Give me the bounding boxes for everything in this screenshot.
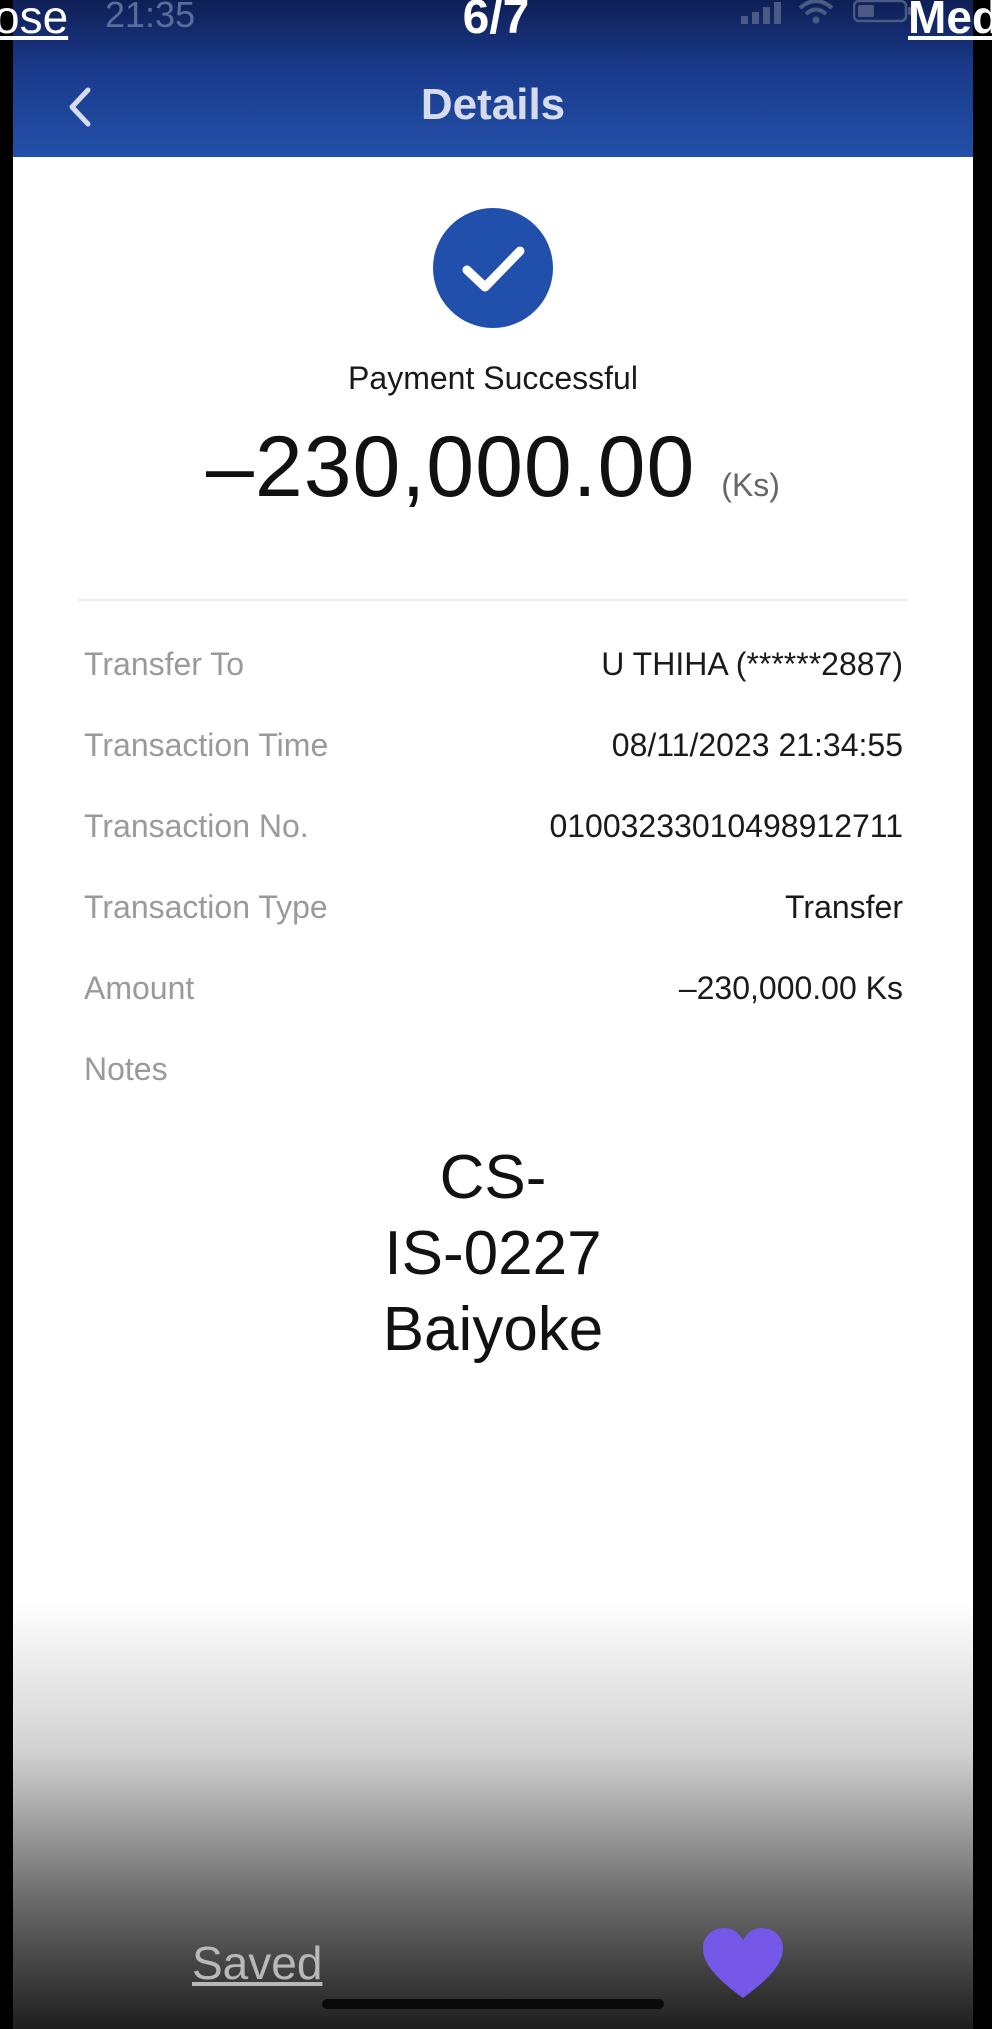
detail-value: U THIHA (******2887): [601, 646, 903, 682]
amount-currency: (Ks): [721, 467, 780, 503]
detail-value: –230,000.00 Ks: [678, 970, 903, 1006]
heart-icon[interactable]: [703, 1928, 783, 2000]
payment-receipt-screenshot: 21:35 Details Payment Successful –230,00…: [13, 0, 973, 2029]
payment-status-text: Payment Successful: [348, 360, 638, 396]
notes-line: CS-: [439, 1143, 547, 1212]
notes-line: Baiyoke: [382, 1295, 604, 1364]
divider: [78, 599, 908, 601]
notes-line: IS-0227: [384, 1219, 602, 1288]
home-indicator: [322, 1999, 664, 2009]
detail-label: Transaction Time: [84, 727, 329, 763]
detail-row-transaction-type: Transaction Type Transfer: [84, 889, 903, 939]
detail-value: 08/11/2023 21:34:55: [611, 727, 903, 763]
page-title: Details: [420, 80, 566, 129]
notes-text: CS- IS-0227 Baiyoke: [13, 1140, 973, 1368]
detail-row-notes: Notes: [84, 1051, 903, 1101]
detail-row-transaction-time: Transaction Time 08/11/2023 21:34:55: [84, 727, 903, 777]
check-circle-icon: [433, 208, 553, 328]
detail-label: Notes: [84, 1051, 168, 1087]
photo-viewer: 21:35 Details Payment Successful –230,00…: [0, 0, 992, 2029]
bottom-fade-overlay: [13, 1600, 973, 2029]
detail-label: Amount: [84, 970, 195, 1006]
detail-row-transfer-to: Transfer To U THIHA (******2887): [84, 646, 903, 696]
payment-amount: –230,000.00 (Ks): [13, 418, 973, 517]
detail-value: Transfer: [785, 889, 903, 925]
detail-label: Transaction No.: [84, 808, 309, 844]
detail-row-transaction-no: Transaction No. 01003233010498912711: [84, 808, 903, 858]
amount-value: –230,000.00: [206, 419, 696, 515]
detail-row-amount: Amount –230,000.00 Ks: [84, 970, 903, 1020]
page-counter: 6/7: [462, 0, 530, 44]
detail-label: Transaction Type: [84, 889, 328, 925]
saved-button[interactable]: Saved: [192, 1936, 322, 1990]
media-button[interactable]: Med: [908, 0, 992, 44]
detail-value: 01003233010498912711: [549, 808, 903, 844]
detail-label: Transfer To: [84, 646, 245, 682]
